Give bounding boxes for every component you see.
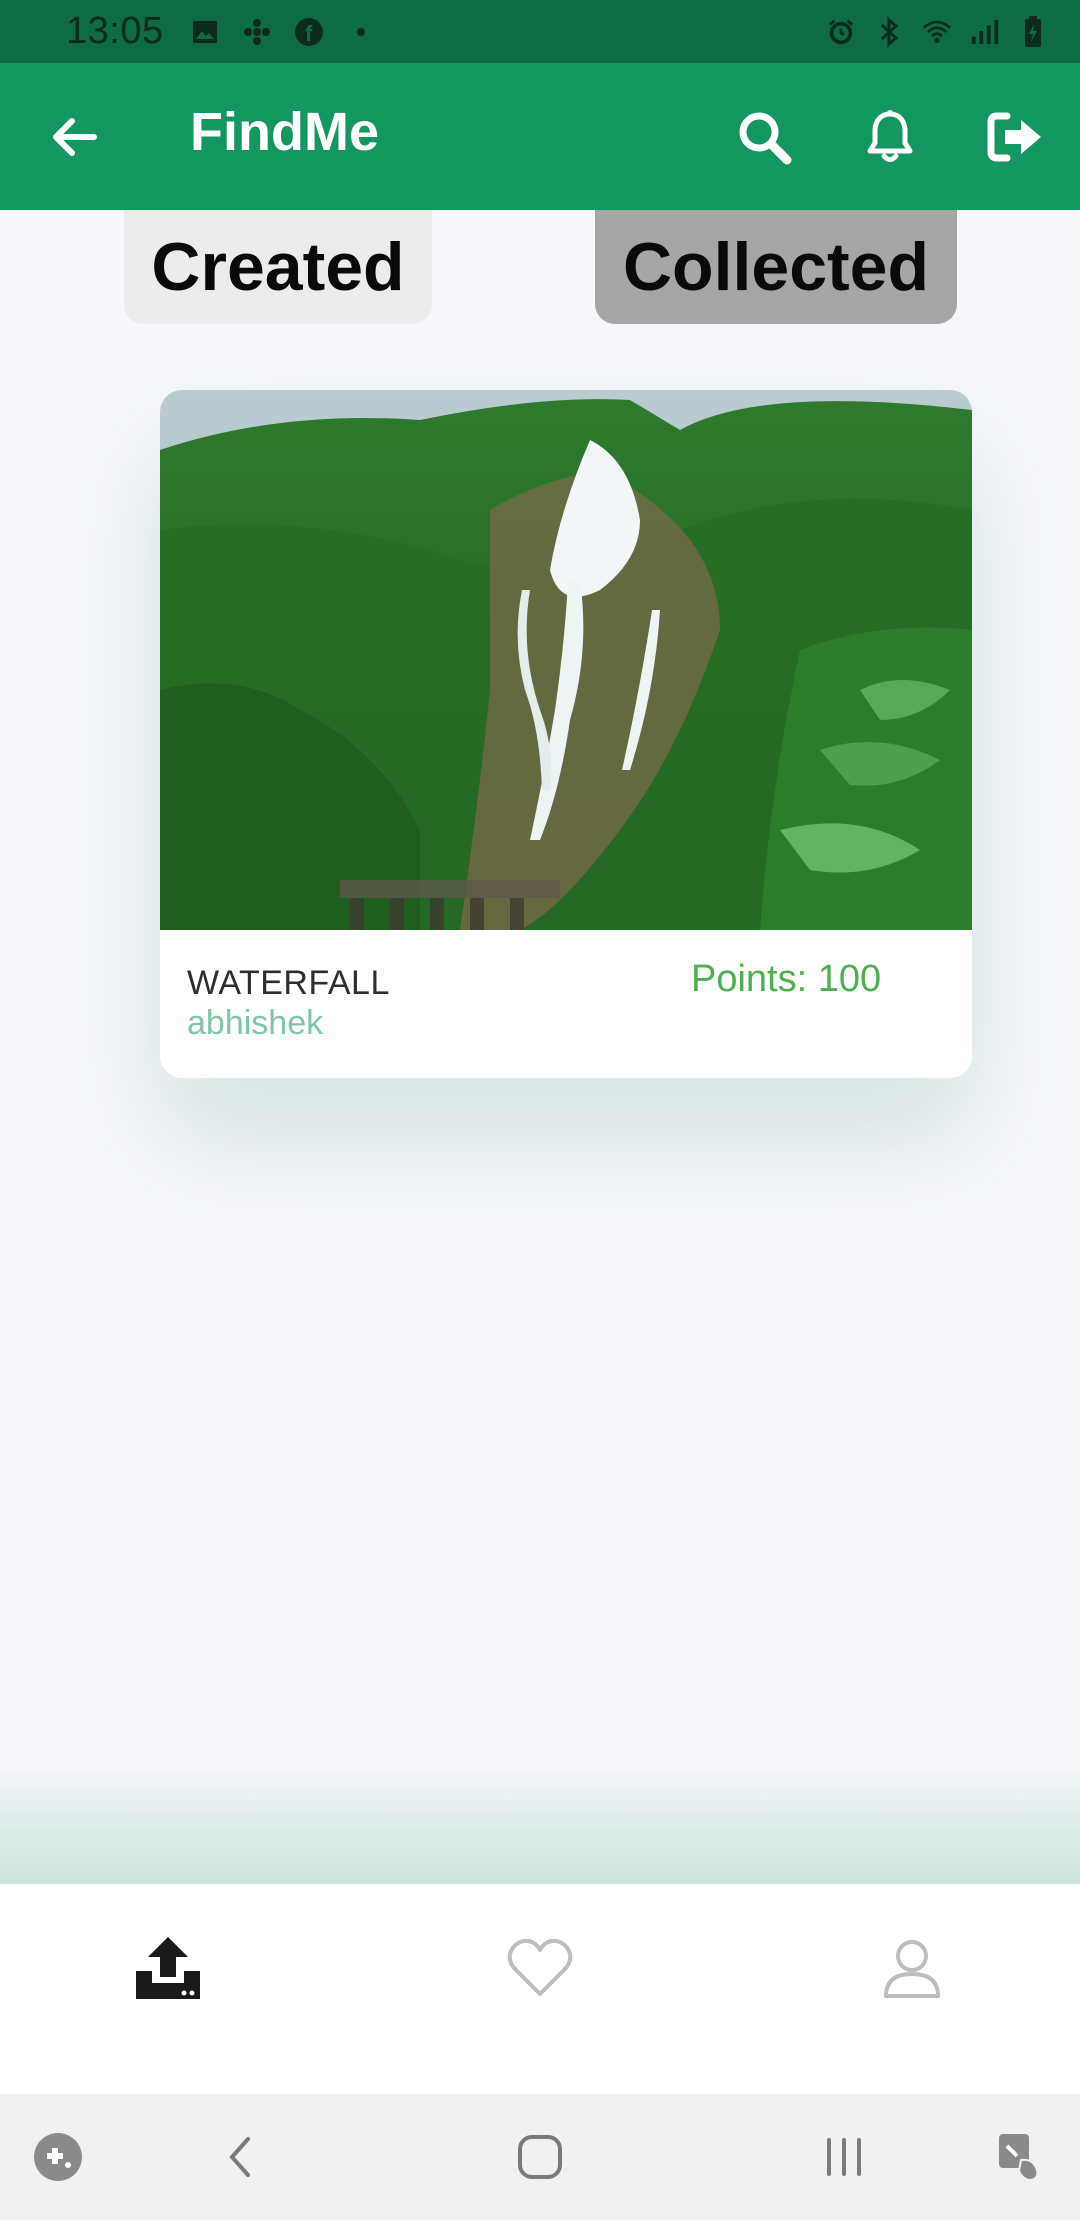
- game-launcher-button[interactable]: [28, 2127, 88, 2187]
- profile-icon: [884, 1940, 940, 1998]
- logout-icon: [987, 112, 1041, 162]
- dot-icon: [346, 17, 376, 47]
- status-right-icons: [826, 15, 1048, 47]
- item-card[interactable]: WATERFALL abhishek Points: 100: [160, 390, 972, 1078]
- search-icon: [739, 112, 792, 165]
- tab-created[interactable]: Created: [124, 210, 432, 324]
- app-title: FindMe: [190, 102, 379, 162]
- card-points: Points: 100: [691, 958, 882, 1000]
- status-bar: 13:05 f: [0, 0, 1080, 63]
- recents-icon: [827, 2138, 861, 2176]
- nav-upload[interactable]: [128, 1928, 208, 2008]
- arrow-left-icon: [53, 118, 97, 156]
- screen: 13:05 f FindMe Created Collected WATERFA…: [0, 0, 1080, 2220]
- system-home-button[interactable]: [510, 2127, 570, 2187]
- back-icon: [229, 2137, 250, 2177]
- status-time: 13:05: [66, 10, 164, 52]
- pinwheel-icon: [242, 17, 272, 47]
- card-title: WATERFALL: [187, 964, 390, 1002]
- logout-button[interactable]: [982, 103, 1050, 171]
- system-recents-button[interactable]: [814, 2127, 874, 2187]
- bottom-fade: [0, 1760, 1080, 1884]
- back-button[interactable]: [44, 107, 104, 167]
- wifi-icon: [922, 17, 952, 47]
- status-left-icons: f: [190, 17, 376, 47]
- alarm-icon: [826, 17, 856, 47]
- battery-icon: [1018, 15, 1048, 47]
- nav-favorites[interactable]: [500, 1928, 580, 2008]
- assistant-button[interactable]: [990, 2127, 1050, 2187]
- bell-icon: [867, 110, 913, 162]
- home-icon: [518, 2135, 562, 2179]
- bluetooth-icon: [874, 16, 904, 47]
- notifications-button[interactable]: [856, 103, 924, 171]
- facebook-icon: f: [294, 17, 324, 47]
- tab-collected[interactable]: Collected: [595, 210, 957, 324]
- bottom-nav: [0, 1884, 1080, 2094]
- app-bar: FindMe: [0, 63, 1080, 210]
- system-nav: [0, 2094, 1080, 2220]
- svg-text:f: f: [305, 21, 313, 46]
- signal-icon: [970, 17, 1000, 47]
- heart-icon: [507, 1938, 573, 1996]
- waterfall-photo: [160, 390, 972, 930]
- gallery-icon: [190, 17, 220, 47]
- system-back-button[interactable]: [210, 2127, 270, 2187]
- search-button[interactable]: [730, 103, 798, 171]
- upload-icon: [136, 1937, 200, 1999]
- card-author: abhishek: [187, 1004, 324, 1042]
- game-launcher-icon: [34, 2133, 82, 2181]
- assistant-icon: [999, 2134, 1039, 2182]
- nav-profile[interactable]: [872, 1928, 952, 2008]
